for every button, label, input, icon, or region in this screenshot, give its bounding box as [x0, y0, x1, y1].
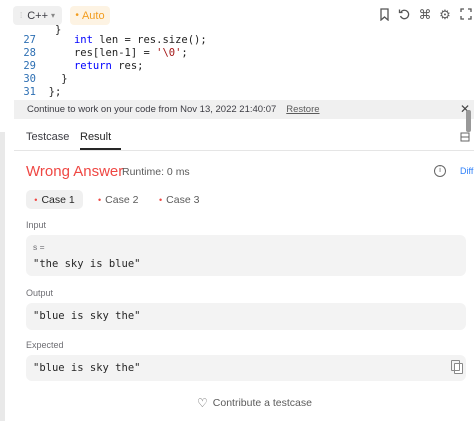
info-icon[interactable]: i [434, 165, 446, 177]
restore-link[interactable]: Restore [286, 104, 319, 115]
line-number: 30 [23, 73, 36, 85]
language-select[interactable]: ⁞ C++ ▾ [13, 6, 62, 25]
case-tab-3[interactable]: • Case 3 [159, 190, 199, 209]
case-label: Case 1 [41, 193, 75, 206]
case-tab-1[interactable]: • Case 1 [26, 190, 83, 209]
chevron-down-icon: ▾ [51, 11, 56, 20]
runtime-label: Runtime: 0 ms [122, 166, 190, 178]
expected-box: "blue is sky the" [26, 355, 466, 381]
left-panel-edge [0, 132, 5, 421]
code-line: 28 res[len-1] = '\0'; [0, 47, 188, 60]
settings-icon[interactable]: ⚙ [438, 8, 452, 22]
expected-label: Expected [26, 340, 64, 350]
copy-icon[interactable] [451, 360, 463, 374]
line-number: 31 [23, 86, 36, 98]
contribute-label: Contribute a testcase [212, 397, 312, 409]
output-box: "blue is sky the" [26, 303, 466, 330]
code-line: 31 }; [0, 86, 61, 99]
heart-icon: ♡ [197, 396, 208, 410]
result-tabs: Testcase Result [14, 122, 474, 151]
expected-value: "blue is sky the" [33, 362, 141, 374]
active-tab-indicator [80, 148, 121, 150]
status-dot-icon: • [159, 194, 163, 205]
output-value: "blue is sky the" [33, 310, 141, 322]
tab-result[interactable]: Result [80, 131, 111, 143]
language-label: C++ [27, 9, 48, 22]
status-dot-icon: • [34, 194, 38, 205]
code-token: res; [111, 60, 144, 72]
code-token: res[len-1] = [73, 47, 157, 59]
diff-button[interactable]: Diff [460, 166, 473, 176]
restore-message: Continue to work on your code from Nov 1… [27, 104, 277, 115]
result-status: Wrong Answer [26, 163, 124, 180]
tab-testcase[interactable]: Testcase [26, 131, 69, 143]
code-line: 29 return res; [0, 60, 143, 73]
input-var-name: s = [33, 242, 45, 252]
code-token: }; [48, 86, 62, 98]
line-number: 29 [23, 60, 36, 72]
expand-icon[interactable] [459, 8, 473, 22]
input-box: s = "the sky is blue" [26, 235, 466, 276]
code-line: 27 int len = res.size(); [0, 34, 207, 47]
auto-mode-button[interactable]: • Auto [70, 6, 110, 25]
case-tab-2[interactable]: • Case 2 [98, 190, 138, 209]
editor-toolbar: ⁞ C++ ▾ • Auto ⌘ ⚙ [0, 0, 474, 30]
code-token: return [73, 60, 112, 72]
contribute-testcase-button[interactable]: ♡ Contribute a testcase [197, 396, 312, 410]
line-number: 27 [23, 34, 36, 46]
line-number: 28 [23, 47, 36, 59]
code-editor[interactable]: } 27 int len = res.size(); 28 res[len-1] … [0, 24, 474, 100]
code-token: } [61, 73, 68, 85]
restore-bar: Continue to work on your code from Nov 1… [14, 100, 474, 119]
case-label: Case 2 [105, 193, 139, 206]
bookmark-icon[interactable] [377, 8, 391, 22]
auto-mode-label: Auto [81, 9, 105, 22]
code-token: '\0' [156, 47, 182, 59]
input-value: "the sky is blue" [33, 258, 141, 270]
case-label: Case 3 [166, 193, 200, 206]
code-token: ; [181, 47, 188, 59]
code-token: int [73, 34, 93, 46]
output-label: Output [26, 288, 54, 298]
lock-icon: ⁞ [19, 11, 23, 20]
code-token: len = res.size(); [92, 34, 207, 46]
code-line: 30 } [0, 73, 68, 86]
reset-icon[interactable] [397, 8, 411, 22]
status-dot-icon: • [98, 194, 102, 205]
command-icon[interactable]: ⌘ [418, 8, 432, 22]
dot-icon: • [75, 10, 79, 21]
panel-toggle-icon[interactable] [460, 132, 470, 145]
input-label: Input [26, 220, 47, 230]
